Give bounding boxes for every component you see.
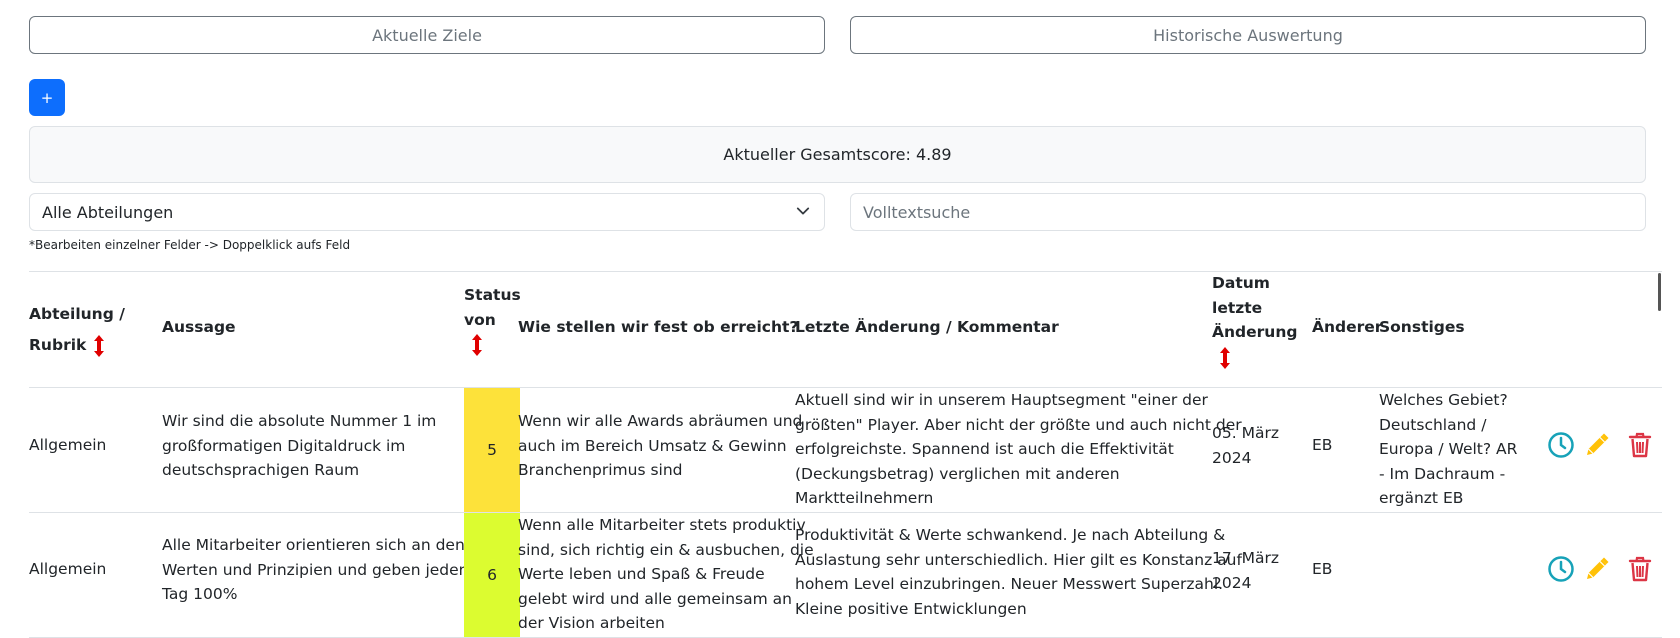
row-department[interactable]: Allgemein (29, 557, 106, 582)
row-status[interactable]: 5 (464, 388, 520, 512)
header-date-line3: Änderung (1212, 323, 1298, 341)
header-department[interactable]: Abteilung / Rubrik (29, 297, 125, 359)
sort-arrow-icon[interactable] (1218, 345, 1232, 371)
add-button[interactable]: + (29, 79, 65, 116)
misc-line: ergänzt EB (1379, 489, 1464, 507)
row-department[interactable]: Allgemein (29, 433, 106, 458)
row-status[interactable]: 6 (464, 513, 520, 637)
date-line: 2024 (1212, 448, 1252, 467)
row-editor[interactable]: EB (1312, 557, 1332, 582)
measure-line: Branchenprimus sind (518, 461, 683, 479)
misc-line: - Im Dachraum - (1379, 464, 1506, 483)
comment-line: hohem Level einzubringen. Neuer Messwert… (795, 575, 1224, 593)
trash-icon[interactable] (1626, 555, 1654, 583)
measure-line: der Vision arbeiten (518, 614, 665, 632)
misc-line: Europa / Welt? AR (1379, 440, 1518, 458)
header-measure[interactable]: Wie stellen wir fest ob erreicht? (518, 315, 798, 340)
header-status-line2: von (464, 310, 496, 329)
misc-line: Deutschland / (1379, 415, 1487, 434)
misc-line: Welches Gebiet? (1379, 391, 1508, 409)
statement-line: Alle Mitarbeiter orientieren sich an den (162, 536, 465, 554)
comment-line: erfolgreichste. Spannend ist auch die Ef… (795, 440, 1174, 458)
measure-line: auch im Bereich Umsatz & Gewinn (518, 436, 787, 455)
measure-line: Wenn alle Mitarbeiter stets produktiv (518, 516, 806, 534)
table-scrollbar[interactable] (1658, 273, 1661, 311)
comment-line: Aktuell sind wir in unserem Hauptsegment… (795, 391, 1208, 409)
date-line: 2024 (1212, 573, 1252, 592)
measure-line: Wenn wir alle Awards abräumen und (518, 412, 803, 430)
department-select[interactable]: Alle Abteilungen (29, 193, 825, 231)
trash-icon[interactable] (1626, 431, 1654, 459)
chevron-down-icon (796, 207, 810, 215)
header-last-change[interactable]: Letzte Änderung / Kommentar (795, 315, 1059, 340)
row-date[interactable]: 05. März 2024 (1212, 421, 1279, 470)
comment-line: Produktivität & Werte schwankend. Je nac… (795, 526, 1226, 544)
clock-icon[interactable] (1547, 555, 1575, 583)
row-date[interactable]: 17. März 2024 (1212, 546, 1279, 595)
sort-arrow-icon[interactable] (470, 332, 484, 358)
date-line: 17. März (1212, 549, 1279, 567)
header-department-line1: Abteilung / (29, 305, 125, 323)
header-status[interactable]: Status von (464, 283, 521, 358)
statement-line: deutschsprachigen Raum (162, 461, 360, 479)
tab-current-goals[interactable]: Aktuelle Ziele (29, 16, 825, 54)
department-select-value: Alle Abteilungen (42, 202, 174, 222)
comment-line: größten" Player. Aber nicht der größte u… (795, 415, 1242, 434)
header-date[interactable]: Datum letzte Änderung (1212, 271, 1297, 371)
row-statement[interactable]: Wir sind die absolute Nummer 1 im großfo… (162, 409, 436, 483)
header-date-line2: letzte (1212, 298, 1263, 317)
statement-line: Werten und Prinzipien und geben jeden (162, 560, 469, 579)
fulltext-search-input[interactable] (850, 193, 1646, 231)
comment-line: Kleine positive Entwicklungen (795, 599, 1027, 618)
statement-line: Wir sind die absolute Nummer 1 im (162, 412, 437, 430)
row-measure[interactable]: Wenn alle Mitarbeiter stets produktiv si… (518, 513, 814, 636)
comment-line: Auslastung sehr unterschiedlich. Hier gi… (795, 550, 1242, 569)
statement-line: Tag 100% (162, 585, 238, 603)
row-editor[interactable]: EB (1312, 433, 1332, 458)
date-line: 05. März (1212, 424, 1279, 442)
clock-icon[interactable] (1547, 431, 1575, 459)
measure-line: sind, sich richtig ein & ausbuchen, die (518, 540, 814, 559)
measure-line: gelebt wird und alle gemeinsam an (518, 589, 792, 608)
pencil-icon[interactable] (1583, 431, 1611, 459)
header-misc[interactable]: Sonstiges (1379, 315, 1465, 340)
total-score-text: Aktueller Gesamtscore: 4.89 (723, 145, 952, 164)
tab-historical-evaluation[interactable]: Historische Auswertung (850, 16, 1646, 54)
sort-arrow-icon[interactable] (92, 333, 106, 359)
comment-line: Marktteilnehmern (795, 489, 934, 507)
row-misc[interactable]: Welches Gebiet? Deutschland / Europa / W… (1379, 388, 1517, 511)
comment-line: (Deckungsbetrag) verglichen mit anderen (795, 464, 1120, 483)
header-editor[interactable]: Änderer (1312, 315, 1382, 340)
measure-line: Werte leben und Spaß & Freude (518, 565, 765, 583)
row-measure[interactable]: Wenn wir alle Awards abräumen und auch i… (518, 409, 802, 483)
statement-line: großformatigen Digitaldruck im (162, 436, 406, 455)
header-statement[interactable]: Aussage (162, 315, 236, 340)
row-comment[interactable]: Produktivität & Werte schwankend. Je nac… (795, 523, 1242, 621)
header-department-line2: Rubrik (29, 336, 87, 354)
header-status-line1: Status (464, 286, 521, 304)
total-score-panel: Aktueller Gesamtscore: 4.89 (29, 126, 1646, 183)
header-date-line1: Datum (1212, 274, 1270, 292)
row-statement[interactable]: Alle Mitarbeiter orientieren sich an den… (162, 533, 469, 607)
row-comment[interactable]: Aktuell sind wir in unserem Hauptsegment… (795, 388, 1242, 511)
pencil-icon[interactable] (1583, 555, 1611, 583)
edit-hint: *Bearbeiten einzelner Felder -> Doppelkl… (29, 238, 351, 252)
